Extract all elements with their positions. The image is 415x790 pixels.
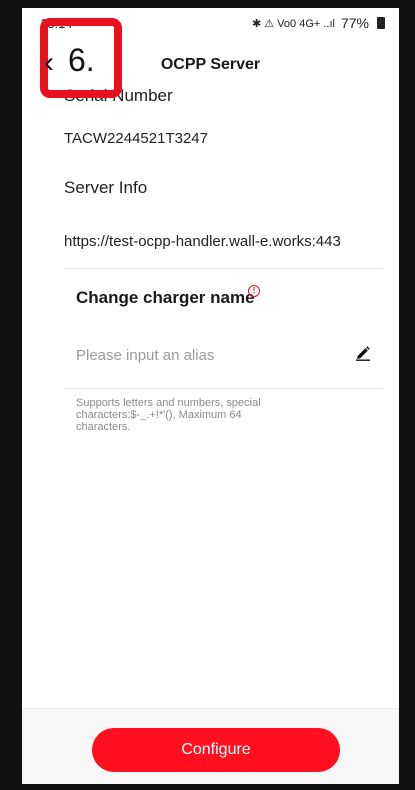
battery-icon xyxy=(377,17,385,29)
divider xyxy=(64,268,383,269)
serial-number-value: TACW2244521T3247 xyxy=(64,130,208,147)
back-icon[interactable]: ‹ xyxy=(44,46,54,80)
step-annotation-label: 6. xyxy=(64,42,99,79)
server-info-value: https://test-ocpp-handler.wall-e.works:4… xyxy=(64,233,341,250)
alias-input[interactable] xyxy=(76,340,316,370)
charger-name-label: Change charger name xyxy=(76,288,255,307)
configure-button[interactable]: Configure xyxy=(92,728,340,772)
pencil-icon[interactable] xyxy=(354,344,372,362)
page-title: OCPP Server xyxy=(160,56,261,73)
info-icon[interactable]: ! xyxy=(248,285,260,297)
server-info-label: Server Info xyxy=(64,178,148,197)
signal-icons: ✱ ⚠ Vo0 4G+ ..ıl xyxy=(251,17,335,30)
battery-percent: 77% xyxy=(340,15,369,31)
divider xyxy=(64,388,383,389)
status-indicators: ✱ ⚠ Vo0 4G+ ..ıl 77% xyxy=(252,15,385,31)
alias-hint: Supports letters and numbers, special ch… xyxy=(76,397,261,433)
device-frame xyxy=(0,0,415,790)
